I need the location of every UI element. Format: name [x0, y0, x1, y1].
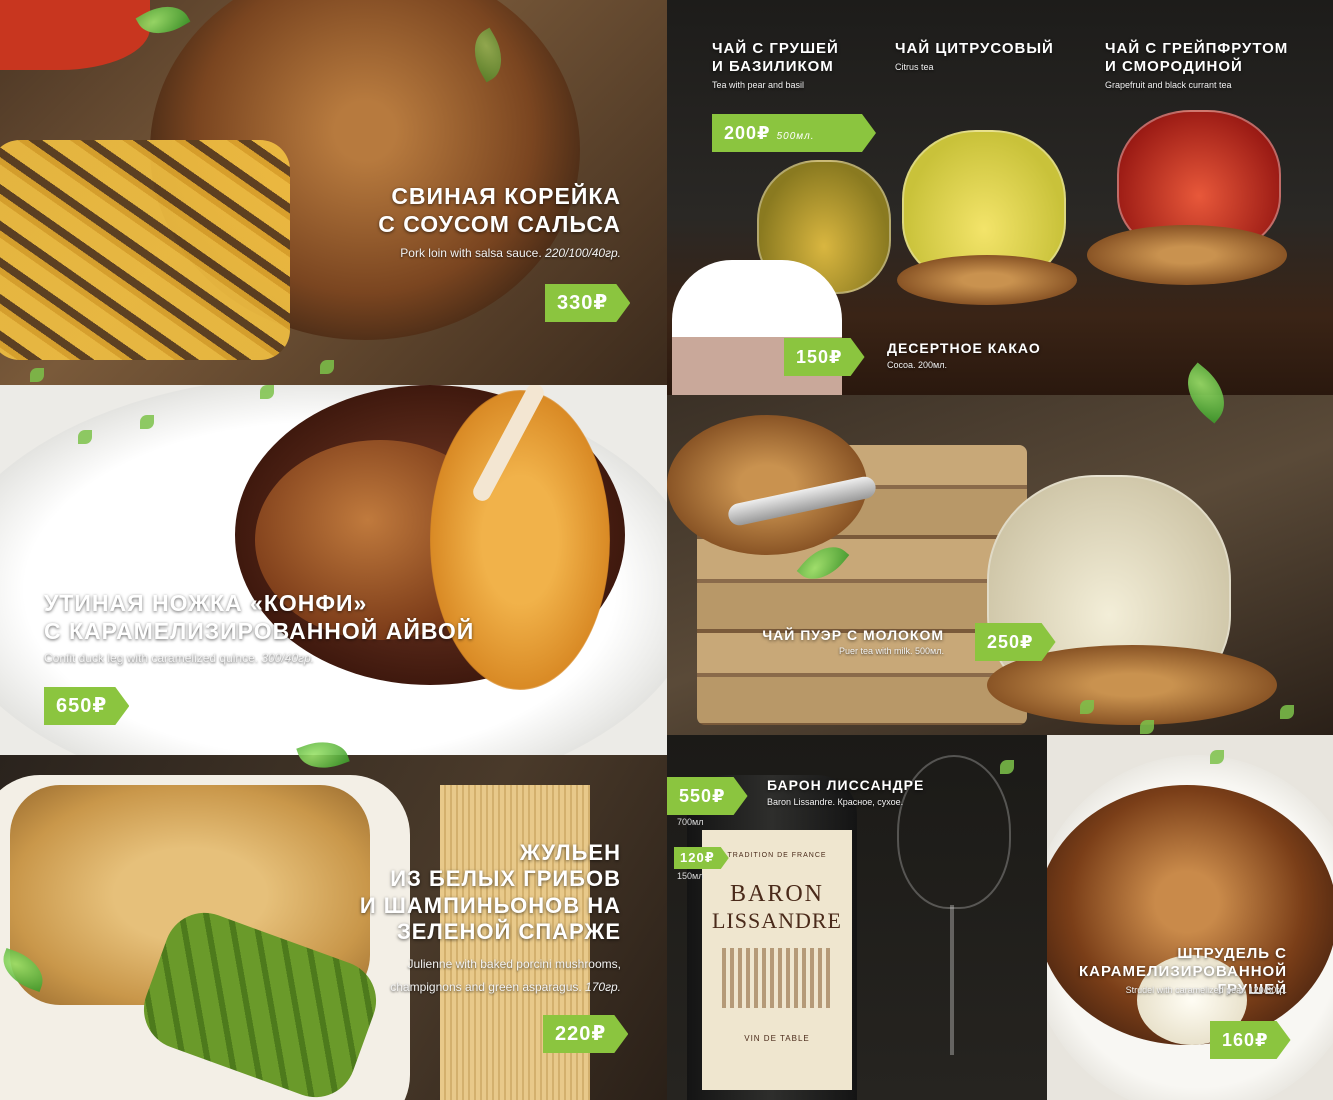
wine-label-name1: BARON: [729, 881, 824, 907]
duck-panel: УТИНАЯ НОЖКА «КОНФИ» С КАРАМЕЛИЗИРОВАННО…: [0, 385, 667, 755]
strudel-subtitle: Strudel with caramelized pear. 120/30гр.: [1125, 985, 1287, 995]
wine-bottle-price-badge: 550₽: [667, 777, 748, 815]
wine-glass-volume: 150мл: [677, 871, 704, 881]
pork-weight: 220/100/40гр.: [545, 246, 621, 260]
duck-subtitle-text: Confit duck leg with caramelized quince.: [44, 651, 259, 665]
pork-subtitle-text: Pork loin with salsa sauce.: [400, 246, 542, 260]
julienne-subtitle: Julienne with baked porcini mushrooms, c…: [390, 953, 621, 999]
pork-panel: СВИНАЯ КОРЕЙКА С СОУСОМ САЛЬСА Pork loin…: [0, 0, 667, 385]
julienne-subtitle-line2: champignons and green asparagus.: [390, 979, 582, 994]
wine-panel: TRADITION DE FRANCE BARON LISSANDRE VIN …: [667, 735, 1047, 1100]
leaf-sprig-icon: [78, 430, 92, 444]
julienne-title: ЖУЛЬЕН ИЗ БЕЛЫХ ГРИБОВ И ШАМПИНЬОНОВ НА …: [360, 840, 621, 946]
fries-image: [0, 140, 290, 360]
tea-price-badge: 200₽ 500мл.: [712, 114, 876, 152]
tea-grapefruit-title-line1: ЧАЙ С ГРЕЙПФРУТОМ: [1105, 40, 1289, 57]
duck-title-line1: УТИНАЯ НОЖКА «КОНФИ»: [44, 590, 368, 616]
leaf-sprig-icon: [260, 385, 274, 399]
tea-volume: 500мл.: [776, 131, 815, 142]
julienne-panel: ЖУЛЬЕН ИЗ БЕЛЫХ ГРИБОВ И ШАМПИНЬОНОВ НА …: [0, 755, 667, 1100]
puer-panel: ЧАЙ ПУЭР С МОЛОКОМ Puer tea with milk. 5…: [667, 395, 1333, 735]
wine-subtitle: Baron Lissandre. Красное, сухое.: [767, 797, 904, 807]
wine-bottle-volume: 700мл: [677, 817, 704, 827]
julienne-title-line4: ЗЕЛЕНОЙ СПАРЖЕ: [396, 919, 621, 945]
julienne-title-line3: И ШАМПИНЬОНОВ НА: [359, 892, 621, 918]
leaf-sprig-icon: [1280, 705, 1294, 719]
strudel-title-line1: ШТРУДЕЛЬ С: [1177, 945, 1287, 962]
pork-price-badge: 330₽: [545, 284, 630, 322]
wine-label-bottom: VIN DE TABLE: [744, 1034, 810, 1043]
leaf-sprig-icon: [1140, 720, 1154, 734]
julienne-title-line1: ЖУЛЬЕН: [519, 840, 621, 865]
wine-label-chateau: [722, 948, 832, 1008]
leaf-sprig-icon: [30, 368, 44, 382]
julienne-price-badge: 220₽: [543, 1015, 628, 1053]
leaf-sprig-icon: [1210, 750, 1224, 764]
leaf-sprig-icon: [1000, 760, 1014, 774]
wine-label-name2: LISSANDRE: [711, 908, 842, 933]
duck-weight: 300/40гр.: [261, 651, 315, 665]
julienne-title-line2: ИЗ БЕЛЫХ ГРИБОВ: [390, 866, 621, 892]
tea-pear-title: ЧАЙ С ГРУШЕЙ И БАЗИЛИКОМ: [712, 40, 839, 76]
tea-citrus-subtitle: Citrus tea: [895, 62, 934, 72]
cocoa-price-badge: 150₽: [784, 338, 865, 376]
tea-grapefruit-subtitle: Grapefruit and black currant tea: [1105, 80, 1232, 90]
strudel-panel: ШТРУДЕЛЬ С КАРАМЕЛИЗИРОВАННОЙ ГРУШЕЙ Str…: [1047, 735, 1333, 1100]
tea-grapefruit-title: ЧАЙ С ГРЕЙПФРУТОМ И СМОРОДИНОЙ: [1105, 40, 1288, 76]
pork-title-line2: С СОУСОМ САЛЬСА: [378, 210, 621, 237]
duck-subtitle: Confit duck leg with caramelized quince.…: [44, 651, 314, 665]
tomato-image: [0, 0, 150, 70]
cocoa-title: ДЕСЕРТНОЕ КАКАО: [887, 340, 1041, 356]
julienne-weight: 170гр.: [585, 979, 621, 994]
tea-pear-subtitle: Tea with pear and basil: [712, 80, 805, 90]
julienne-subtitle-line1: Julienne with baked porcini mushrooms,: [407, 957, 621, 971]
teas-panel: ЧАЙ С ГРУШЕЙ И БАЗИЛИКОМ Tea with pear a…: [667, 0, 1333, 395]
strudel-price-badge: 160₽: [1210, 1021, 1291, 1059]
pork-subtitle: Pork loin with salsa sauce. 220/100/40гр…: [400, 246, 621, 260]
tea-grapefruit-title-line2: И СМОРОДИНОЙ: [1105, 58, 1243, 75]
duck-title: УТИНАЯ НОЖКА «КОНФИ» С КАРАМЕЛИЗИРОВАННО…: [44, 590, 474, 645]
pork-title-line1: СВИНАЯ КОРЕЙКА: [391, 183, 621, 209]
wood-stand-2: [1087, 225, 1287, 285]
wine-label: TRADITION DE FRANCE BARON LISSANDRE VIN …: [702, 830, 852, 1090]
puer-title: ЧАЙ ПУЭР С МОЛОКОМ: [762, 627, 944, 643]
leaf-sprig-icon: [1080, 700, 1094, 714]
leaf-sprig-icon: [320, 360, 334, 374]
wood-stand-1: [897, 255, 1077, 305]
duck-title-line2: С КАРАМЕЛИЗИРОВАННОЙ АЙВОЙ: [44, 617, 475, 644]
puer-subtitle: Puer tea with milk. 500мл.: [839, 646, 944, 656]
leaf-sprig-icon: [140, 415, 154, 429]
tea-pear-title-line2: И БАЗИЛИКОМ: [712, 58, 834, 75]
pork-title: СВИНАЯ КОРЕЙКА С СОУСОМ САЛЬСА: [378, 183, 621, 238]
tea-price: 200₽: [724, 123, 771, 143]
wine-glass-price-badge: 120₽: [674, 847, 729, 869]
wine-title: БАРОН ЛИССАНДРЕ: [767, 777, 925, 793]
cocoa-subtitle: Cocoa. 200мл.: [887, 360, 947, 370]
tea-citrus-title: ЧАЙ ЦИТРУСОВЫЙ: [895, 40, 1054, 57]
puer-price-badge: 250₽: [975, 623, 1056, 661]
tea-pear-title-line1: ЧАЙ С ГРУШЕЙ: [712, 40, 839, 57]
wine-glass-stem: [950, 905, 954, 1055]
duck-price-badge: 650₽: [44, 687, 129, 725]
